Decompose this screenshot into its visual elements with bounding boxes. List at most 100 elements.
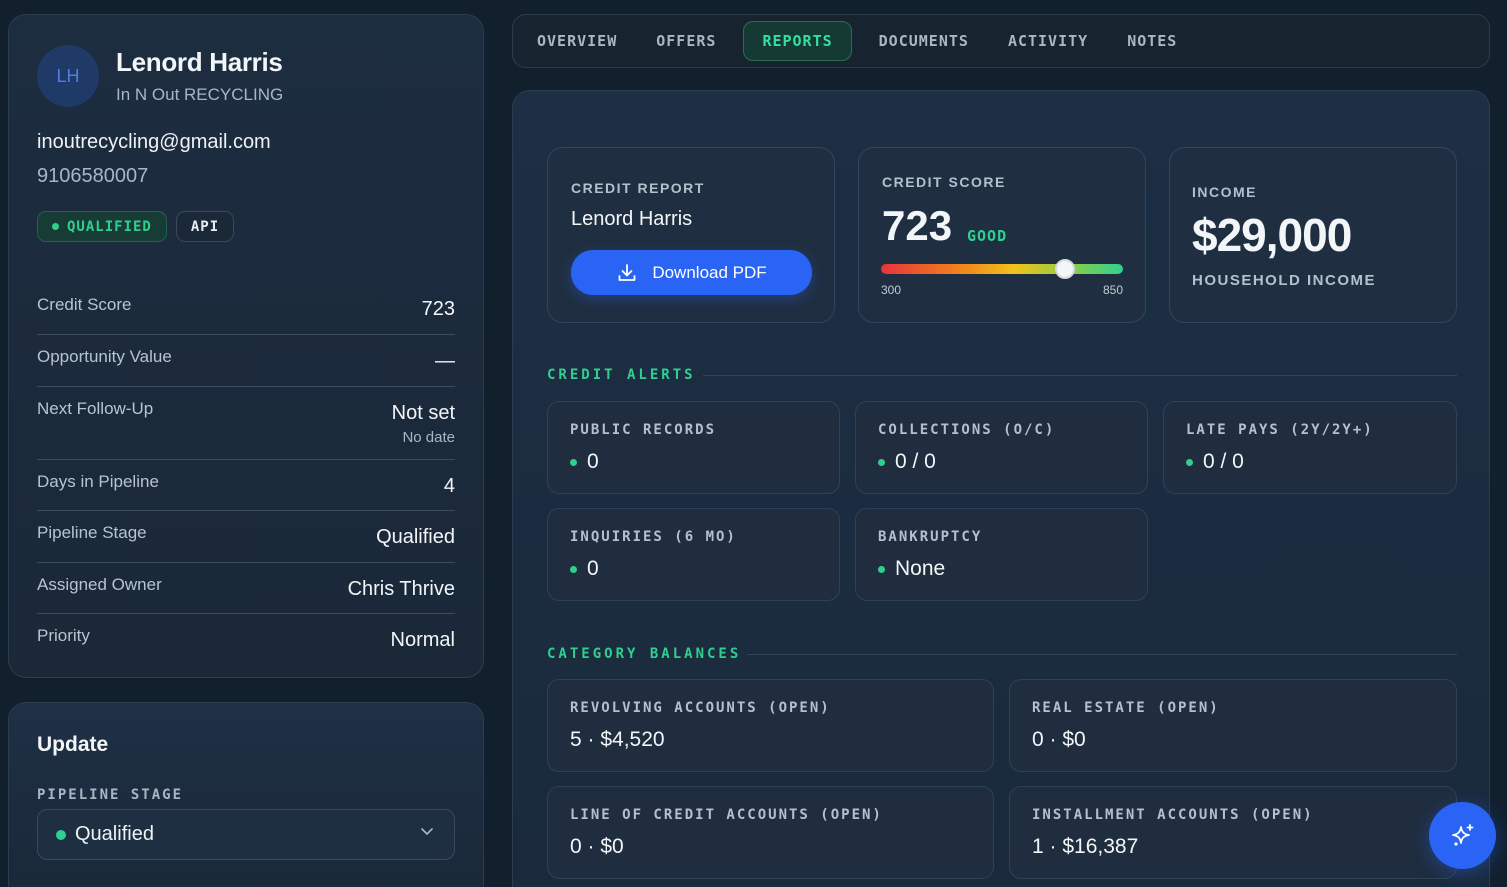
alert-value: 0 / 0 (895, 450, 936, 473)
pipeline-stage-select[interactable]: Qualified (37, 809, 455, 860)
status-dot-icon (1186, 458, 1193, 466)
alert-label: PUBLIC RECORDS (570, 422, 717, 438)
credit-score-value: 723 (882, 202, 953, 249)
tab-reports[interactable]: REPORTS (743, 21, 852, 61)
detail-label: Pipeline Stage (37, 523, 147, 542)
balance-tile-line-of-credit: LINE OF CREDIT ACCOUNTS (OPEN) 0 · $0 (547, 786, 994, 879)
profile-card: LH Lenord Harris In N Out RECYCLING inou… (8, 14, 484, 678)
pipeline-stage-label: PIPELINE STAGE (37, 787, 184, 803)
detail-value: — (435, 350, 455, 372)
alert-tile-bankruptcy: BANKRUPTCY None (855, 508, 1148, 601)
credit-alerts-title: CREDIT ALERTS (547, 367, 696, 383)
detail-row-assigned-owner: Assigned Owner Chris Thrive (37, 563, 455, 614)
alert-value-row: None (878, 557, 945, 581)
credit-score-max: 850 (1102, 283, 1123, 297)
detail-label: Next Follow-Up (37, 399, 154, 418)
detail-value-group: Not set No date (392, 402, 455, 446)
detail-label: Priority (37, 626, 90, 645)
credit-report-name: Lenord Harris (571, 208, 693, 230)
alert-tile-late-pays: LATE PAYS (2Y/2Y+) 0 / 0 (1163, 401, 1457, 494)
detail-label: Opportunity Value (37, 347, 172, 366)
detail-row-next-follow-up: Next Follow-Up Not set No date (37, 387, 455, 460)
balance-label: INSTALLMENT ACCOUNTS (OPEN) (1032, 807, 1314, 823)
download-pdf-label: Download PDF (652, 262, 767, 282)
credit-score-card: CREDIT SCORE 723 GOOD 300 850 (858, 147, 1146, 323)
credit-score-min: 300 (881, 283, 902, 297)
update-card: Update PIPELINE STAGE Qualified (8, 702, 484, 887)
detail-value: 723 (421, 298, 455, 320)
alert-tile-collections: COLLECTIONS (O/C) 0 / 0 (855, 401, 1148, 494)
tab-activity[interactable]: ACTIVITY (996, 21, 1100, 61)
download-icon (618, 263, 636, 281)
tab-bar: OVERVIEW OFFERS REPORTS DOCUMENTS ACTIVI… (512, 14, 1490, 68)
reports-panel: CREDIT REPORT Lenord Harris Download PDF… (512, 90, 1490, 887)
detail-value: 4 (443, 475, 455, 497)
balance-value: 0 · $0 (1032, 728, 1086, 751)
details-list: Credit Score 723 Opportunity Value — Nex… (37, 283, 455, 665)
detail-value: Not set (391, 402, 455, 424)
status-dot-icon (570, 565, 577, 573)
category-balances-title: CATEGORY BALANCES (547, 646, 742, 662)
pipeline-stage-value: Qualified (75, 823, 154, 845)
income-label: INCOME (1192, 184, 1257, 200)
balance-tile-real-estate: REAL ESTATE (OPEN) 0 · $0 (1009, 679, 1457, 772)
download-pdf-button[interactable]: Download PDF (571, 250, 812, 295)
section-divider (747, 654, 1457, 655)
balance-value: 1 · $16,387 (1032, 835, 1139, 858)
balance-label: LINE OF CREDIT ACCOUNTS (OPEN) (570, 807, 883, 823)
detail-row-pipeline-stage: Pipeline Stage Qualified (37, 511, 455, 563)
credit-score-marker (1054, 259, 1075, 279)
profile-company: In N Out RECYCLING (116, 85, 284, 104)
balance-tile-installment: INSTALLMENT ACCOUNTS (OPEN) 1 · $16,387 (1009, 786, 1457, 879)
alert-value: 0 / 0 (1203, 450, 1244, 473)
tab-overview[interactable]: OVERVIEW (525, 21, 629, 61)
alert-value-row: 0 / 0 (1186, 450, 1244, 474)
update-title: Update (37, 733, 109, 756)
source-badge: API (175, 211, 235, 242)
status-dot-icon (878, 565, 885, 573)
income-card: INCOME $29,000 HOUSEHOLD INCOME (1169, 147, 1457, 323)
detail-value: Normal (390, 629, 455, 651)
detail-subvalue: No date (402, 429, 455, 446)
sparkles-icon (1451, 823, 1473, 846)
tab-offers[interactable]: OFFERS (644, 21, 728, 61)
alert-tile-inquiries: INQUIRIES (6 MO) 0 (547, 508, 840, 601)
alert-label: INQUIRIES (6 MO) (570, 529, 737, 545)
credit-report-label: CREDIT REPORT (571, 180, 705, 196)
badge-group: QUALIFIED API (37, 211, 235, 242)
stage-dot-icon (56, 829, 66, 840)
balance-value: 0 · $0 (570, 835, 624, 858)
tab-notes[interactable]: NOTES (1115, 21, 1189, 61)
income-sub: HOUSEHOLD INCOME (1192, 272, 1377, 289)
status-dot-icon (878, 458, 885, 466)
detail-label: Credit Score (37, 295, 132, 314)
avatar: LH (37, 45, 99, 107)
balance-label: REVOLVING ACCOUNTS (OPEN) (570, 700, 831, 716)
detail-row-credit-score: Credit Score 723 (37, 283, 455, 335)
status-dot-icon (570, 458, 577, 466)
credit-report-card: CREDIT REPORT Lenord Harris Download PDF (547, 147, 835, 323)
credit-score-rating: GOOD (967, 227, 1008, 245)
profile-name: Lenord Harris (116, 47, 283, 77)
ai-assistant-button[interactable] (1429, 802, 1496, 869)
status-dot-icon (52, 223, 59, 230)
detail-row-opportunity-value: Opportunity Value — (37, 335, 455, 387)
detail-value: Qualified (376, 526, 455, 548)
alert-label: LATE PAYS (2Y/2Y+) (1186, 422, 1374, 438)
alert-value: None (895, 557, 946, 580)
alert-label: COLLECTIONS (O/C) (878, 422, 1056, 438)
credit-score-label: CREDIT SCORE (882, 174, 1006, 190)
alert-label: BANKRUPTCY (878, 529, 983, 545)
income-value: $29,000 (1192, 209, 1352, 261)
alert-value-row: 0 (570, 450, 599, 474)
profile-email[interactable]: inoutrecycling@gmail.com (37, 131, 271, 154)
profile-phone[interactable]: 9106580007 (37, 165, 148, 188)
balance-value: 5 · $4,520 (570, 728, 665, 751)
detail-row-days-in-pipeline: Days in Pipeline 4 (37, 460, 455, 511)
chevron-down-icon (421, 828, 433, 835)
status-badge-label: QUALIFIED (67, 218, 152, 235)
detail-label: Days in Pipeline (37, 472, 159, 491)
tab-documents[interactable]: DOCUMENTS (867, 21, 981, 61)
alert-value: 0 (587, 557, 599, 580)
detail-value: Chris Thrive (347, 578, 455, 600)
